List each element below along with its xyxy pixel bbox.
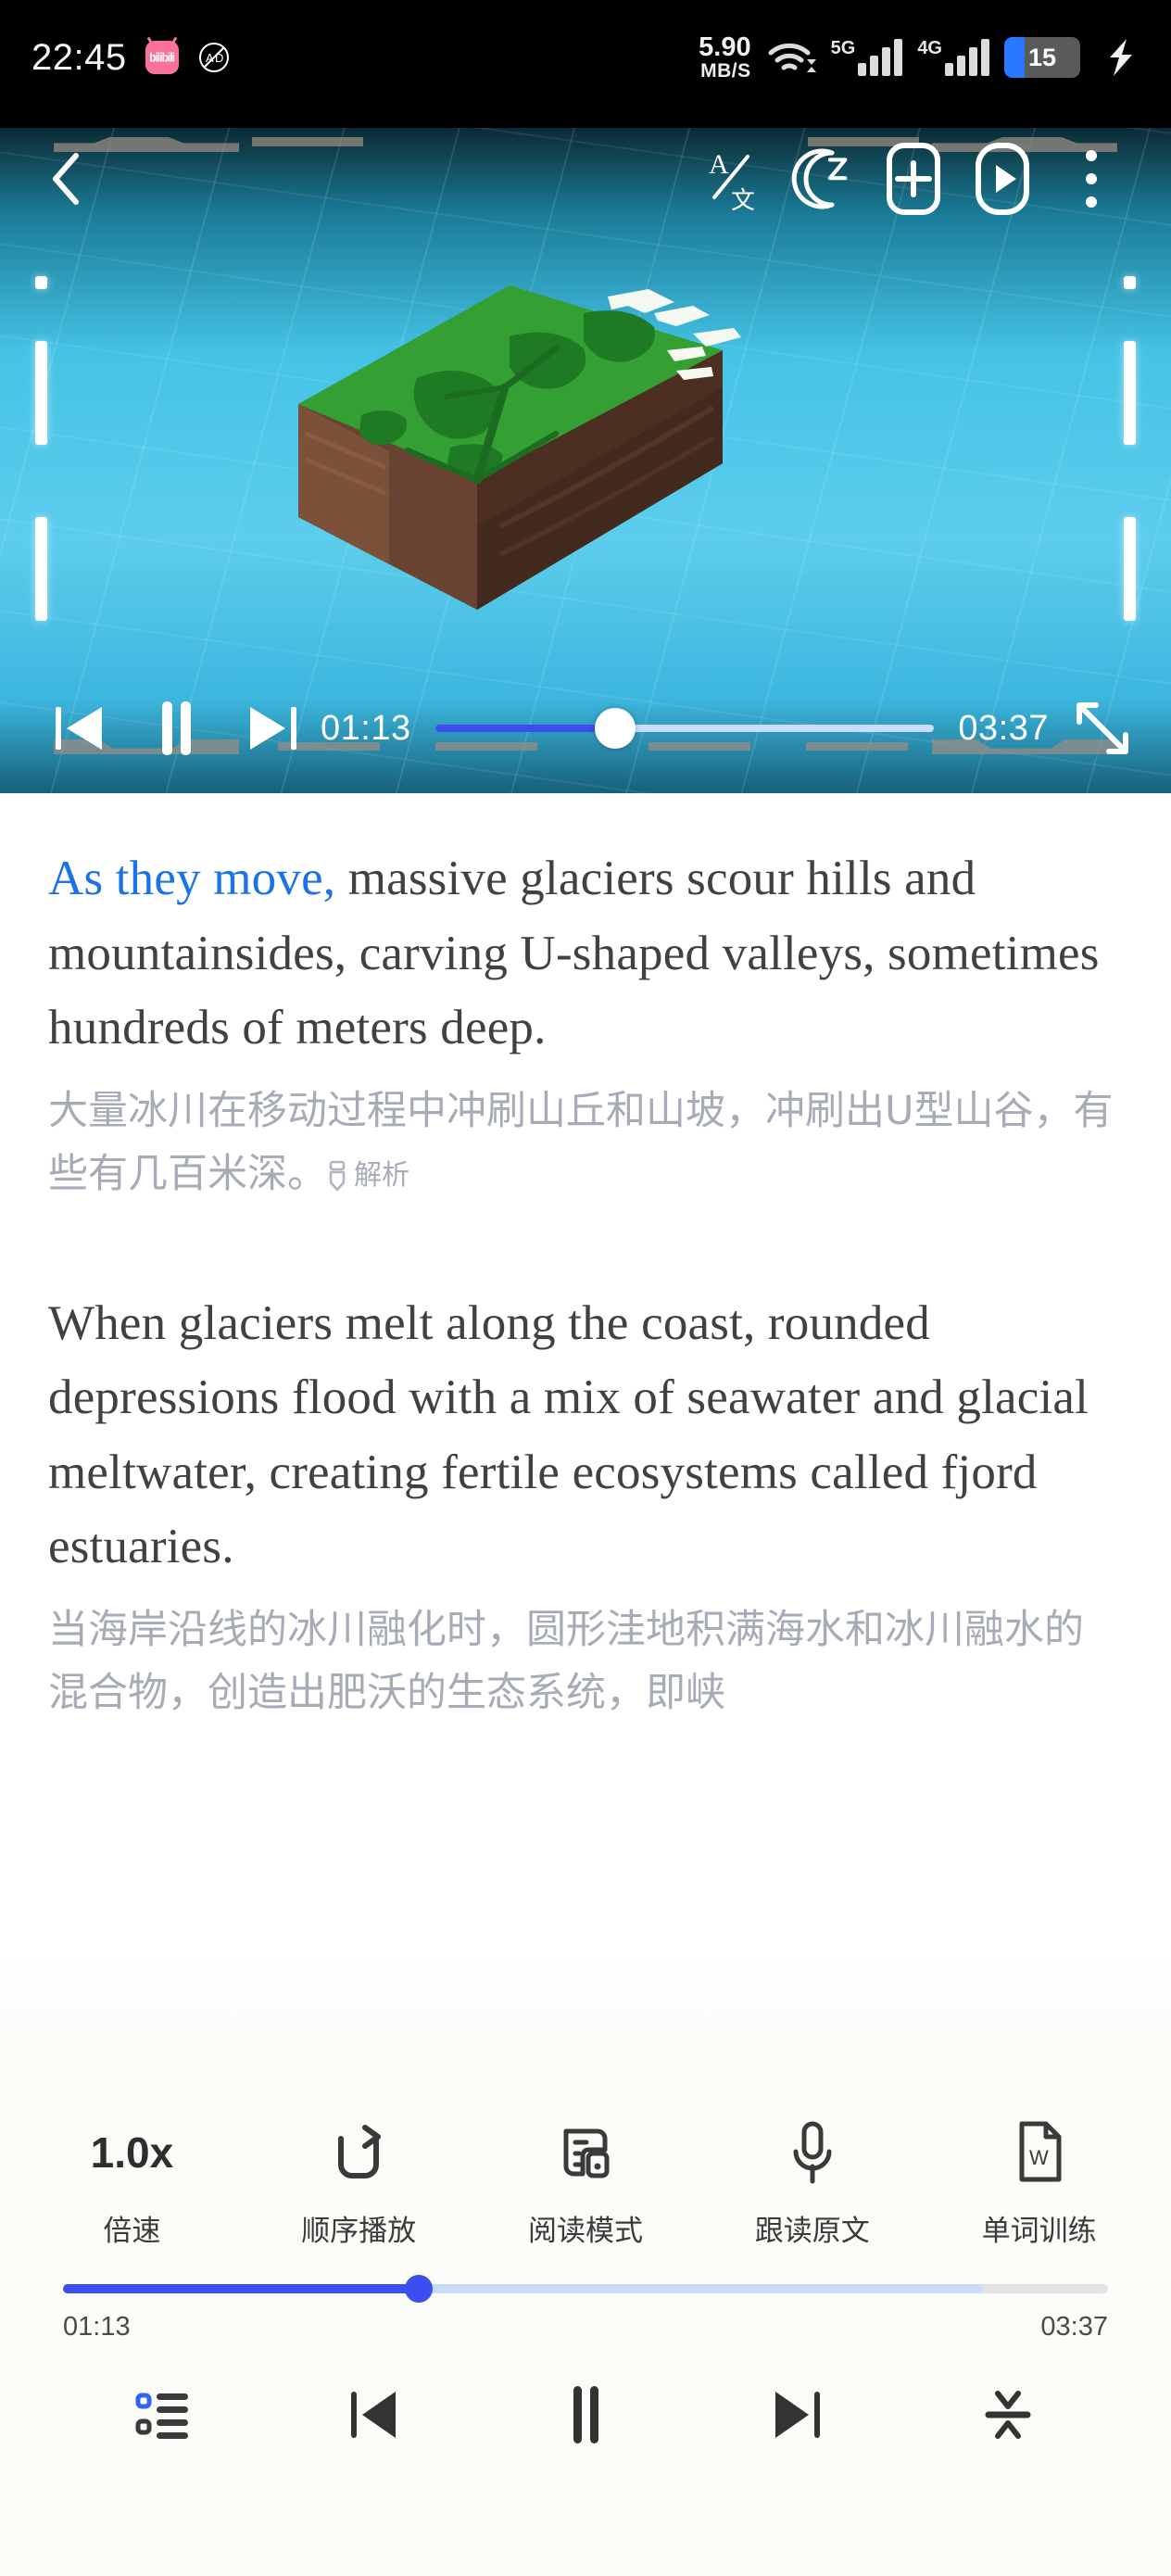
- playback-current-time: 01:13: [63, 2312, 131, 2342]
- video-play-card-button[interactable]: [958, 137, 1047, 221]
- playback-times: 01:13 03:37: [0, 2295, 1171, 2342]
- tool-play-order[interactable]: 顺序播放: [246, 2118, 472, 2249]
- repeat-sequential-icon: [330, 2118, 387, 2187]
- status-bar: 22:45 bilibili A D 5.90 MB/S 5G 4G 15: [0, 0, 1171, 128]
- sim2-network-label: 4G: [917, 38, 942, 58]
- battery-percent: 15: [1027, 43, 1057, 71]
- content-fade-overlay: [0, 1948, 1171, 2087]
- player-current-time: 01:13: [321, 708, 411, 748]
- video-player[interactable]: A 文 01:13 03:37: [0, 128, 1171, 793]
- fullscreen-button[interactable]: [1065, 691, 1140, 765]
- transcript-body[interactable]: As they move, massive glaciers scour hil…: [0, 793, 1171, 2087]
- sim2-signal: 4G: [917, 39, 989, 76]
- playback-total-time: 03:37: [1040, 2312, 1108, 2342]
- edge-tick-left-1: [35, 276, 47, 289]
- sleep-timer-button[interactable]: [780, 137, 869, 221]
- collapse-icon: [985, 2391, 1031, 2439]
- playlist-icon: [135, 2393, 188, 2439]
- player-progress-slider[interactable]: [434, 708, 935, 749]
- tool-read-along[interactable]: 跟读原文: [699, 2118, 925, 2249]
- tool-label-play-order: 顺序播放: [301, 2215, 417, 2248]
- word-document-w-icon: W: [1013, 2118, 1066, 2187]
- analysis-link[interactable]: 解析: [327, 1154, 409, 1197]
- edge-tick-right-3: [1124, 517, 1136, 621]
- player-pause-button[interactable]: [128, 688, 224, 768]
- lightning-bolt-icon: [1110, 39, 1132, 76]
- battery-indicator: 15: [1004, 37, 1080, 78]
- analysis-label: 解析: [354, 1159, 409, 1193]
- skip-previous-icon: [351, 2392, 396, 2438]
- seek-fill: [63, 2284, 419, 2293]
- seek-knob[interactable]: [404, 2275, 433, 2303]
- app-root: 22:45 bilibili A D 5.90 MB/S 5G 4G 15 A …: [0, 0, 1171, 2576]
- player-controls: 01:13 03:37: [0, 663, 1171, 793]
- bilibili-app-icon: bilibili: [145, 41, 179, 74]
- collapse-button[interactable]: [902, 2370, 1114, 2459]
- player-total-time: 03:37: [958, 708, 1049, 748]
- playlist-button[interactable]: [57, 2370, 269, 2459]
- playback-speed-value: 1.0x: [90, 2128, 174, 2177]
- no-audio-description-icon: A D: [198, 43, 229, 72]
- paragraph-1-english[interactable]: As they move, massive glaciers scour hil…: [48, 841, 1123, 1066]
- paragraph-1-translation-text: 大量冰川在移动过程中冲刷山丘和山坡，冲刷出U型山谷，有些有几百米深。: [48, 1087, 1114, 1197]
- edge-tick-right-1: [1124, 276, 1136, 289]
- player-top-toolbar: A 文: [0, 128, 1171, 230]
- network-speed: 5.90 MB/S: [699, 32, 751, 82]
- pen-analysis-icon: [329, 1160, 346, 1192]
- playback-navbar: [0, 2342, 1171, 2459]
- microphone-read-along-icon: [787, 2118, 838, 2187]
- player-progress-fill: [434, 725, 615, 732]
- tool-label-reading-mode: 阅读模式: [527, 2215, 643, 2248]
- edge-tick-left-2: [35, 341, 47, 445]
- status-bar-left: 22:45 bilibili A D: [31, 37, 231, 79]
- player-previous-button[interactable]: [31, 688, 128, 768]
- player-next-button[interactable]: [224, 688, 321, 768]
- playback-speed-icon: 1.0x: [91, 2118, 174, 2187]
- tool-word-training[interactable]: W 单词训练: [925, 2118, 1152, 2249]
- edge-tick-left-3: [35, 517, 47, 621]
- sim1-bars: [858, 39, 903, 76]
- bilibili-logo-text: bilibili: [149, 49, 175, 66]
- status-clock: 22:45: [31, 36, 127, 78]
- network-speed-value: 5.90: [699, 32, 751, 62]
- paragraph-1-highlight[interactable]: As they move,: [48, 852, 335, 905]
- svg-text:W: W: [1029, 2146, 1049, 2169]
- reading-mode-icon: [557, 2118, 614, 2187]
- paragraph-2-english[interactable]: When glaciers melt along the coast, roun…: [48, 1286, 1123, 1585]
- svg-text:文: 文: [731, 187, 755, 214]
- nav-next-button[interactable]: [691, 2370, 902, 2459]
- back-button[interactable]: [35, 146, 100, 211]
- sim2-bars: [945, 39, 989, 76]
- tool-reading-mode[interactable]: 阅读模式: [472, 2118, 699, 2249]
- skip-next-icon: [775, 2392, 820, 2438]
- wifi-icon: [768, 43, 816, 72]
- nav-pause-button[interactable]: [480, 2370, 691, 2459]
- sim1-signal: 5G: [831, 39, 903, 76]
- feature-toolbar: 1.0x 倍速 顺序播放 阅读模式 跟读原文 W 单词训练: [0, 2087, 1171, 2249]
- paragraph-1-translation: 大量冰川在移动过程中冲刷山丘和山坡，冲刷出U型山谷，有些有几百米深。 解析: [48, 1080, 1123, 1206]
- tool-label-speed: 倍速: [103, 2215, 161, 2248]
- tool-label-read-along: 跟读原文: [754, 2215, 870, 2248]
- add-button[interactable]: [869, 137, 958, 221]
- paragraph-2-translation: 当海岸沿线的冰川融化时，圆形洼地积满海水和冰川融水的混合物，创造出肥沃的生态系统…: [48, 1606, 1084, 1716]
- pause-icon: [573, 2386, 598, 2443]
- playback-seek-slider[interactable]: [63, 2275, 1108, 2303]
- more-options-button[interactable]: [1047, 137, 1136, 221]
- nav-previous-button[interactable]: [269, 2370, 480, 2459]
- tool-label-word-training: 单词训练: [981, 2215, 1097, 2248]
- svg-text:A: A: [709, 149, 729, 180]
- network-speed-unit: MB/S: [700, 60, 751, 82]
- sim1-network-label: 5G: [830, 38, 856, 58]
- status-bar-right: 5.90 MB/S 5G 4G 15: [699, 34, 1140, 81]
- edge-tick-right-2: [1124, 341, 1136, 445]
- bottom-panel: 1.0x 倍速 顺序播放 阅读模式 跟读原文 W 单词训练 01:13 03:3…: [0, 2087, 1171, 2576]
- player-progress-knob[interactable]: [594, 708, 636, 749]
- tool-playback-speed[interactable]: 1.0x 倍速: [19, 2118, 246, 2249]
- translate-button[interactable]: A 文: [691, 137, 780, 221]
- terrain-cross-section-illustration: [298, 285, 741, 610]
